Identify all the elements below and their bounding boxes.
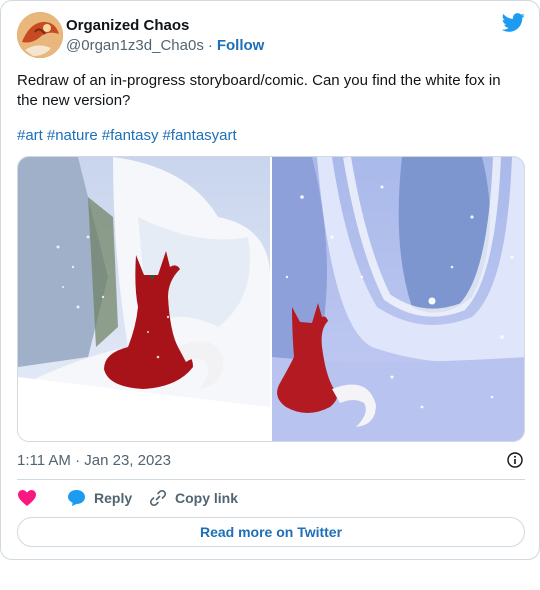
reply-button[interactable]: Reply — [67, 487, 132, 509]
reply-label: Reply — [94, 490, 133, 506]
like-button[interactable] — [17, 487, 37, 509]
copy-link-label: Copy link — [175, 490, 239, 506]
hashtag-link[interactable]: #fantasyart — [162, 127, 236, 144]
hashtag-list: #art #nature #fantasy #fantasyart — [17, 126, 241, 146]
tweet-text: Redraw of an in-progress storyboard/comi… — [17, 72, 501, 109]
divider — [17, 479, 525, 480]
media-gallery — [17, 156, 525, 442]
follow-link[interactable]: Follow — [217, 37, 265, 54]
hashtag-link[interactable]: #fantasy — [102, 127, 159, 144]
heart-icon — [18, 490, 36, 506]
separator-dot: · — [207, 37, 213, 54]
author-handle[interactable]: @0rgan1z3d_Cha0s — [66, 37, 204, 54]
tweet-timestamp[interactable]: 1:11 AM · Jan 23, 2023 — [17, 452, 171, 469]
read-more-button[interactable]: Read more on Twitter — [17, 517, 525, 547]
hashtag-link[interactable]: #nature — [47, 127, 98, 144]
author-handle-row: @0rgan1z3d_Cha0s · Follow — [66, 37, 264, 54]
hashtag-link[interactable]: #art — [17, 127, 43, 144]
link-icon — [149, 489, 167, 507]
copy-link-button[interactable]: Copy link — [149, 487, 238, 509]
speech-bubble-icon — [68, 490, 85, 506]
embedded-tweet-card: Organized Chaos @0rgan1z3d_Cha0s · Follow … — [0, 0, 540, 560]
info-icon[interactable] — [507, 452, 523, 468]
twitter-bird-icon[interactable] — [501, 13, 525, 33]
avatar[interactable] — [17, 12, 63, 58]
fox-painting-original-image[interactable] — [18, 157, 270, 441]
fox-painting-redraw-image[interactable] — [272, 157, 524, 441]
author-display-name[interactable]: Organized Chaos — [66, 17, 189, 34]
